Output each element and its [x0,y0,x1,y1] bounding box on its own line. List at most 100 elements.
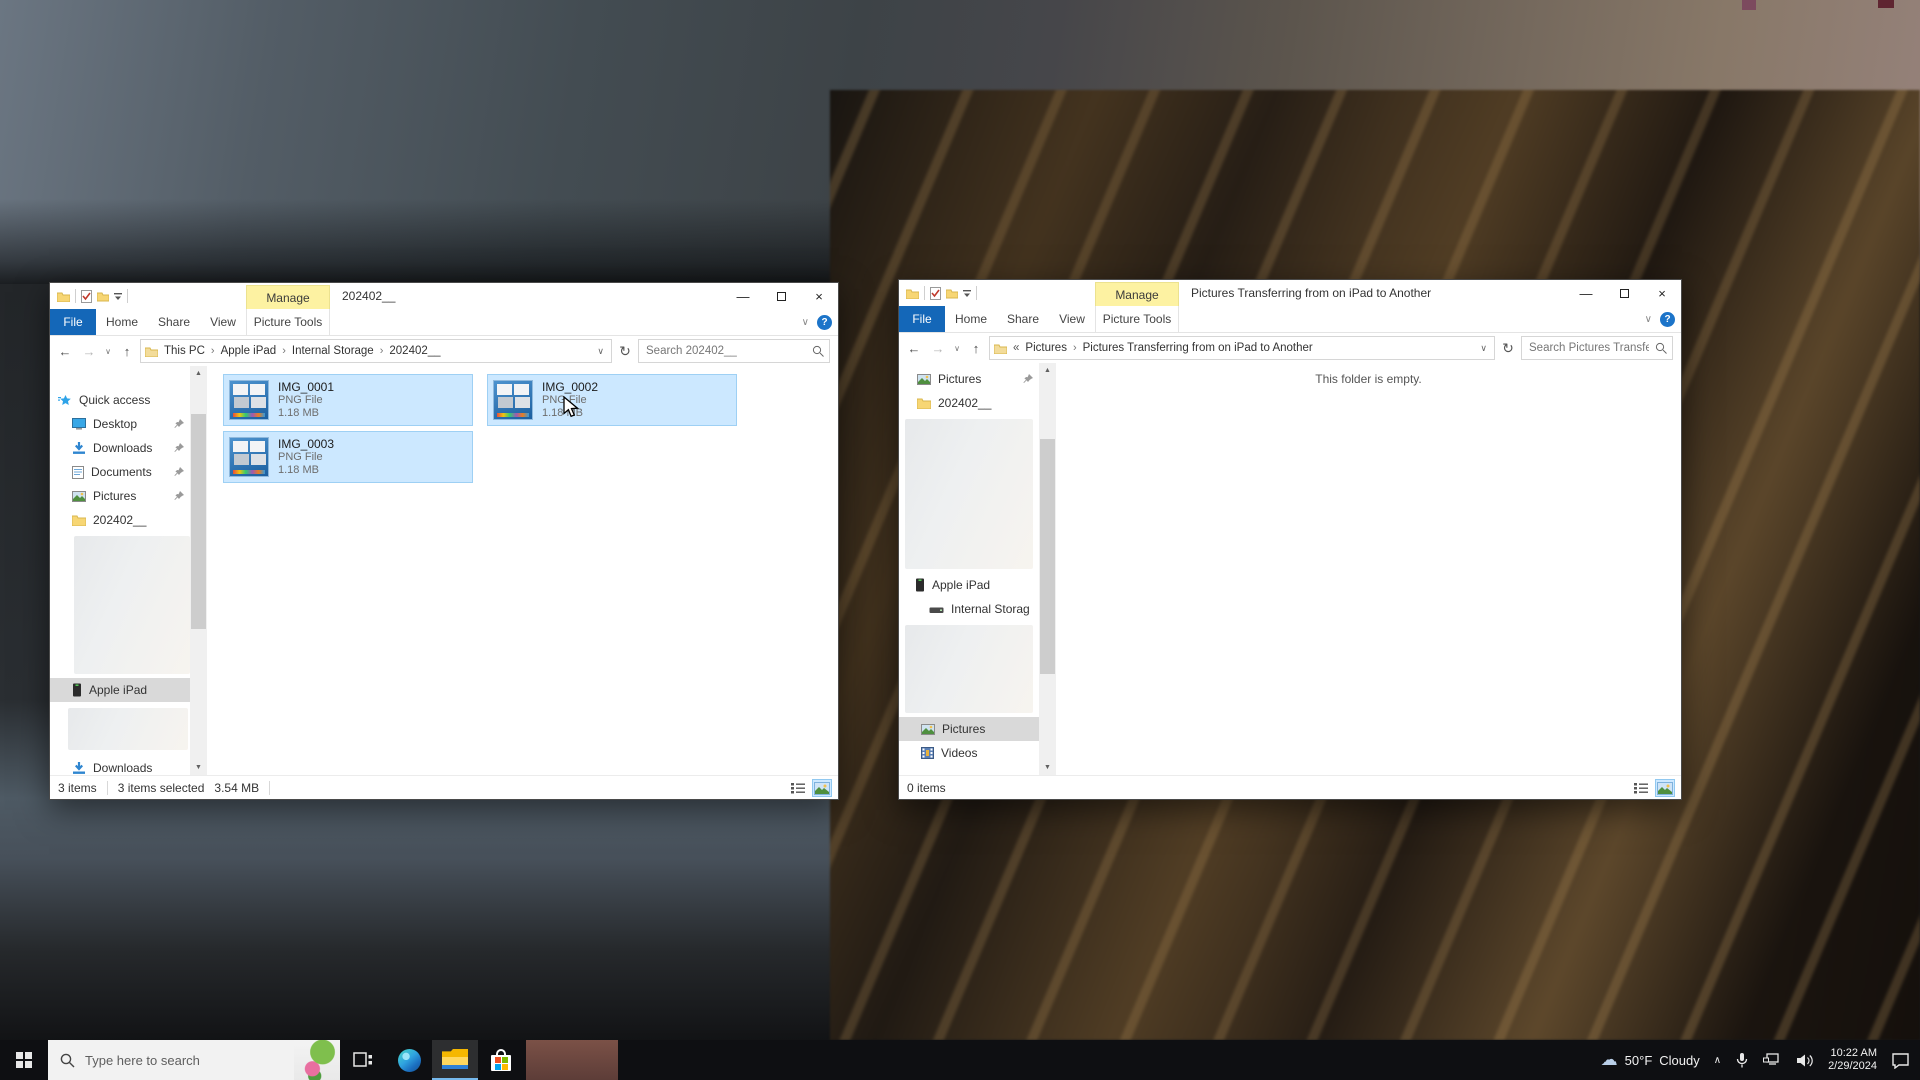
file-list-area[interactable]: IMG_0001 PNG File 1.18 MB IMG_0002 PNG F… [207,366,838,775]
back-icon[interactable]: ← [903,337,925,359]
sidebar-item-202402[interactable]: 202402__ [50,508,190,532]
properties-check-icon[interactable] [81,290,92,303]
tab-view[interactable]: View [200,309,246,335]
recent-locations-chevron-icon[interactable]: ∨ [102,340,114,362]
search-input[interactable] [1527,341,1651,355]
breadcrumb[interactable]: « Pictures› Pictures Transferring from o… [989,336,1495,360]
taskbar-search[interactable] [48,1040,340,1080]
search-box[interactable] [638,339,830,363]
folder-icon[interactable] [57,291,70,302]
store-button[interactable] [478,1040,524,1080]
sidebar-item-apple-ipad[interactable]: Apple iPad [899,573,1039,597]
forward-icon[interactable]: → [927,337,949,359]
network-icon[interactable] [1763,1053,1782,1068]
titlebar[interactable]: Manage Pictures Transferring from on iPa… [899,280,1681,306]
weather-widget[interactable]: ☁ 50°F Cloudy [1601,1050,1700,1070]
titlebar[interactable]: Manage 202402__ ― × [50,283,838,309]
search-box[interactable] [1521,336,1673,360]
file-tile-img0003[interactable]: IMG_0003 PNG File 1.18 MB [223,431,473,483]
tab-home[interactable]: Home [96,309,148,335]
minimize-button[interactable]: ― [1567,280,1605,306]
ribbon-collapse-chevron-icon[interactable]: ∨ [802,317,809,328]
taskbar-search-input[interactable] [83,1052,286,1069]
file-tile-img0002[interactable]: IMG_0002 PNG File 1.18 MB [487,374,737,426]
file-tile-img0001[interactable]: IMG_0001 PNG File 1.18 MB [223,374,473,426]
qat-customize-icon[interactable] [114,292,122,301]
breadcrumb[interactable]: This PC› Apple iPad› Internal Storage› 2… [140,339,612,363]
breadcrumb-dropdown-chevron-icon[interactable]: ∨ [594,346,607,357]
refresh-icon[interactable]: ↻ [614,339,636,363]
breadcrumb-collapsed[interactable]: « [1013,342,1019,354]
thumbnail-view-icon[interactable] [1655,779,1675,797]
volume-icon[interactable] [1796,1053,1814,1068]
sidebar-item-202402[interactable]: 202402__ [899,391,1039,415]
action-center-icon[interactable] [1891,1052,1910,1069]
tab-picture-tools[interactable]: Picture Tools [1095,306,1179,332]
sidebar-item-downloads-bottom[interactable]: Downloads [50,756,190,775]
help-icon[interactable]: ? [817,315,832,330]
details-view-icon[interactable] [788,779,808,797]
sidebar-item-pictures[interactable]: Pictures [899,367,1039,391]
sidebar-item-apple-ipad[interactable]: Apple iPad [50,678,190,702]
tab-share[interactable]: Share [997,306,1049,332]
sidebar-scrollbar[interactable]: ▲ ▼ [1039,363,1056,775]
details-view-icon[interactable] [1631,779,1651,797]
sidebar-item-pictures-selected[interactable]: Pictures [899,717,1039,741]
breadcrumb-segment[interactable]: Pictures Transferring from on iPad to An… [1083,342,1313,354]
maximize-button[interactable] [762,283,800,309]
minimize-button[interactable]: ― [724,283,762,309]
sidebar-item-internal-storage[interactable]: Internal Storag [899,597,1039,621]
scrollbar-up-icon[interactable]: ▲ [190,366,207,381]
sidebar-item-documents[interactable]: Documents [50,460,190,484]
file-explorer-button[interactable] [432,1040,478,1080]
scrollbar-thumb[interactable] [191,414,206,629]
breadcrumb-segment[interactable]: Apple iPad [221,345,277,357]
up-icon[interactable]: ↑ [965,337,987,359]
edge-button[interactable] [386,1040,432,1080]
tab-picture-tools[interactable]: Picture Tools [246,309,330,335]
forward-icon[interactable]: → [78,340,100,362]
tab-share[interactable]: Share [148,309,200,335]
refresh-icon[interactable]: ↻ [1497,336,1519,360]
scrollbar-up-icon[interactable]: ▲ [1039,363,1056,378]
search-highlight-image[interactable] [294,1040,340,1080]
breadcrumb-segment[interactable]: Internal Storage [292,345,374,357]
pinned-app-thumbnail[interactable] [526,1040,618,1080]
tab-file[interactable]: File [899,306,945,332]
manage-contextual-tab[interactable]: Manage [246,285,330,309]
microphone-icon[interactable] [1735,1052,1749,1069]
sidebar-item-pictures[interactable]: Pictures [50,484,190,508]
up-icon[interactable]: ↑ [116,340,138,362]
scrollbar-thumb[interactable] [1040,439,1055,674]
sidebar-item-downloads[interactable]: Downloads [50,436,190,460]
breadcrumb-segment[interactable]: 202402__ [389,345,440,357]
sidebar-item-desktop[interactable]: Desktop [50,412,190,436]
new-folder-icon[interactable] [97,291,109,302]
scrollbar-down-icon[interactable]: ▼ [1039,760,1056,775]
properties-check-icon[interactable] [930,287,941,300]
breadcrumb-segment[interactable]: Pictures [1025,342,1067,354]
scrollbar-down-icon[interactable]: ▼ [190,760,207,775]
manage-contextual-tab[interactable]: Manage [1095,282,1179,306]
breadcrumb-segment[interactable]: This PC [164,345,205,357]
search-icon[interactable] [1655,342,1667,354]
task-view-button[interactable] [340,1040,386,1080]
sidebar-item-quick-access[interactable]: Quick access [50,388,190,412]
breadcrumb-dropdown-chevron-icon[interactable]: ∨ [1477,343,1490,354]
tab-file[interactable]: File [50,309,96,335]
new-folder-icon[interactable] [946,288,958,299]
recent-locations-chevron-icon[interactable]: ∨ [951,337,963,359]
file-list-area[interactable]: This folder is empty. [1056,363,1681,775]
help-icon[interactable]: ? [1660,312,1675,327]
thumbnail-view-icon[interactable] [812,779,832,797]
clock[interactable]: 10:22 AM 2/29/2024 [1828,1047,1877,1073]
qat-customize-icon[interactable] [963,289,971,298]
sidebar-scrollbar[interactable]: ▲ ▼ [190,366,207,775]
ribbon-collapse-chevron-icon[interactable]: ∨ [1645,314,1652,325]
back-icon[interactable]: ← [54,340,76,362]
search-icon[interactable] [812,345,824,357]
close-button[interactable]: × [800,283,838,309]
tab-home[interactable]: Home [945,306,997,332]
folder-icon[interactable] [906,288,919,299]
start-button[interactable] [0,1040,48,1080]
